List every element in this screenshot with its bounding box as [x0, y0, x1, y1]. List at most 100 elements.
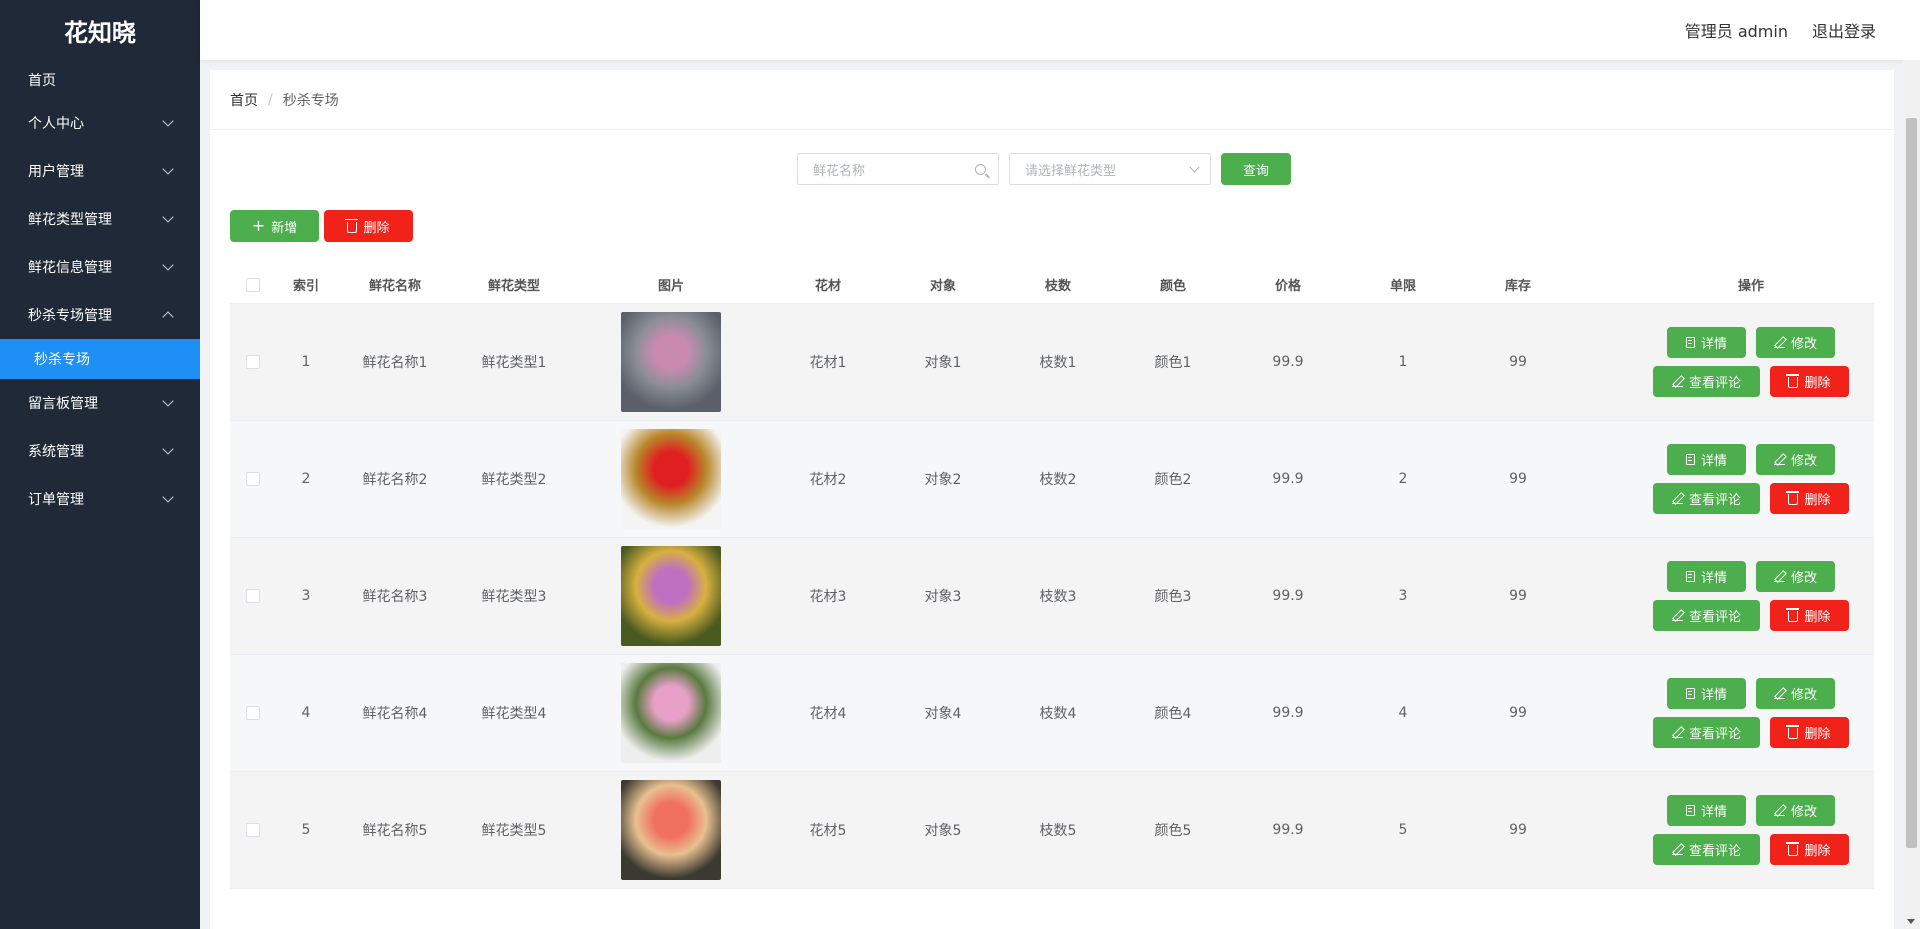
detail-label: 详情: [1700, 688, 1727, 703]
sidebar-item-flower-info-management[interactable]: 鲜花信息管理: [0, 243, 200, 291]
sidebar-item-flash-sale-management[interactable]: 秒杀专场管理: [0, 291, 200, 339]
cell-mat: 花材5: [809, 823, 847, 839]
sidebar-item-flower-type-management[interactable]: 鲜花类型管理: [0, 195, 200, 243]
table-row: 2 鲜花名称2 鲜花类型2 花材2 对象2 枝数2 颜色2 99.9 2 99 详情 修改 查看评论 删除: [230, 421, 1874, 538]
cell-stock: 99: [1509, 471, 1527, 487]
cell-color: 颜色3: [1154, 589, 1192, 605]
delete-row-button[interactable]: 删除: [1770, 600, 1849, 631]
edit-button[interactable]: 修改: [1756, 561, 1835, 592]
flower-type-select[interactable]: 请选择鲜花类型: [1009, 153, 1211, 185]
view-reviews-button[interactable]: 查看评论: [1653, 366, 1760, 397]
edit-button[interactable]: 修改: [1756, 327, 1835, 358]
cell-limit: 1: [1398, 354, 1408, 370]
scrollbar-thumb[interactable]: [1906, 118, 1917, 848]
delete-label: 删除: [1804, 610, 1831, 625]
column-header: 价格: [1274, 279, 1301, 294]
view-reviews-button[interactable]: 查看评论: [1653, 834, 1760, 865]
select-all-checkbox[interactable]: [246, 277, 260, 292]
detail-button[interactable]: 详情: [1667, 561, 1746, 592]
scrollbar[interactable]: [1903, 60, 1920, 929]
query-button[interactable]: 查询: [1221, 153, 1291, 185]
view-reviews-button[interactable]: 查看评论: [1653, 717, 1760, 748]
row-checkbox[interactable]: [246, 706, 260, 720]
sidebar-subitem-label: 秒杀专场: [34, 352, 90, 368]
view-reviews-label: 查看评论: [1688, 844, 1741, 859]
sidebar-item-label: 首页: [28, 73, 56, 89]
operations-cell: 详情 修改查看评论 删除: [1578, 674, 1920, 752]
scroll-down-arrow-icon[interactable]: [1907, 919, 1915, 924]
sidebar-item-home[interactable]: 首页: [0, 61, 200, 99]
cell-cnt: 枝数4: [1039, 706, 1077, 722]
sidebar-item-user-management[interactable]: 用户管理: [0, 147, 200, 195]
add-button[interactable]: + 新增: [230, 210, 319, 242]
column-header: 颜色: [1159, 279, 1186, 294]
cell-name: 鲜花名称3: [362, 589, 428, 605]
cell-type: 鲜花类型2: [481, 472, 547, 488]
flower-thumbnail: [621, 546, 721, 646]
view-reviews-button[interactable]: 查看评论: [1653, 600, 1760, 631]
delete-row-button[interactable]: 删除: [1770, 717, 1849, 748]
operations-cell: 详情 修改查看评论 删除: [1578, 791, 1920, 869]
edit-button[interactable]: 修改: [1756, 444, 1835, 475]
edit-button[interactable]: 修改: [1756, 795, 1835, 826]
cell-price: 99.9: [1272, 705, 1304, 721]
cell-color: 颜色5: [1154, 823, 1192, 839]
breadcrumb-home[interactable]: 首页: [230, 90, 258, 110]
edit-icon: [1671, 610, 1683, 621]
table-row: 5 鲜花名称5 鲜花类型5 花材5 对象5 枝数5 颜色5 99.9 5 99 详情 修改 查看评论 删除: [230, 772, 1874, 889]
batch-delete-button[interactable]: 删除: [324, 210, 413, 242]
delete-row-button[interactable]: 删除: [1770, 366, 1849, 397]
cell-stock: 99: [1509, 705, 1527, 721]
detail-button[interactable]: 详情: [1667, 327, 1746, 358]
chevron-down-icon: [162, 211, 174, 223]
detail-button[interactable]: 详情: [1667, 795, 1746, 826]
edit-icon: [1773, 571, 1785, 582]
search-bar: 鲜花名称 请选择鲜花类型 查询: [797, 153, 1291, 185]
cell-obj: 对象3: [924, 589, 962, 605]
operations-cell: 详情 修改查看评论 删除: [1578, 323, 1920, 401]
top-header: 管理员 admin 退出登录: [200, 0, 1920, 60]
flower-name-search-input[interactable]: 鲜花名称: [797, 153, 999, 185]
sidebar-item-label: 用户管理: [28, 164, 84, 180]
table-row: 4 鲜花名称4 鲜花类型4 花材4 对象4 枝数4 颜色4 99.9 4 99 详情 修改 查看评论 删除: [230, 655, 1874, 772]
sidebar-item-system-management[interactable]: 系统管理: [0, 427, 200, 475]
view-reviews-button[interactable]: 查看评论: [1653, 483, 1760, 514]
detail-button[interactable]: 详情: [1667, 444, 1746, 475]
column-header: 对象: [929, 279, 956, 294]
delete-row-button[interactable]: 删除: [1770, 483, 1849, 514]
cell-obj: 对象2: [924, 472, 962, 488]
chevron-down-icon: [162, 491, 174, 503]
column-header: 单限: [1389, 279, 1416, 294]
delete-row-button[interactable]: 删除: [1770, 834, 1849, 865]
edit-button[interactable]: 修改: [1756, 678, 1835, 709]
detail-button[interactable]: 详情: [1667, 678, 1746, 709]
cell-obj: 对象4: [924, 706, 962, 722]
delete-label: 删除: [1804, 727, 1831, 742]
chevron-down-icon: [162, 115, 174, 127]
cell-limit: 2: [1398, 471, 1408, 487]
cell-mat: 花材3: [809, 589, 847, 605]
sidebar-item-label: 留言板管理: [28, 396, 98, 412]
edit-icon: [1773, 337, 1785, 348]
logout-link[interactable]: 退出登录: [1812, 18, 1876, 42]
flash-sale-table: 索引 鲜花名称 鲜花类型 图片 花材 对象 枝数 颜色 价格 单限 库存 操作 …: [230, 266, 1874, 889]
sidebar-subitem-flash-sale[interactable]: 秒杀专场: [0, 339, 200, 379]
row-checkbox[interactable]: [246, 589, 260, 603]
cell-name: 鲜花名称1: [362, 355, 428, 371]
column-header: 操作: [1737, 279, 1764, 294]
sidebar-item-message-board-management[interactable]: 留言板管理: [0, 379, 200, 427]
search-icon: [975, 163, 986, 175]
sidebar-item-order-management[interactable]: 订单管理: [0, 475, 200, 523]
breadcrumb-current: 秒杀专场: [282, 92, 339, 109]
flower-thumbnail: [621, 429, 721, 529]
row-checkbox[interactable]: [246, 355, 260, 369]
row-checkbox[interactable]: [246, 823, 260, 837]
detail-label: 详情: [1700, 337, 1727, 352]
row-checkbox[interactable]: [246, 472, 260, 486]
chevron-down-icon: [162, 259, 174, 271]
sidebar-item-label: 鲜花类型管理: [28, 212, 112, 228]
sidebar-item-label: 系统管理: [28, 444, 84, 460]
chevron-down-icon: [1189, 162, 1200, 172]
chevron-up-icon: [162, 311, 174, 323]
sidebar-item-personal-center[interactable]: 个人中心: [0, 99, 200, 147]
